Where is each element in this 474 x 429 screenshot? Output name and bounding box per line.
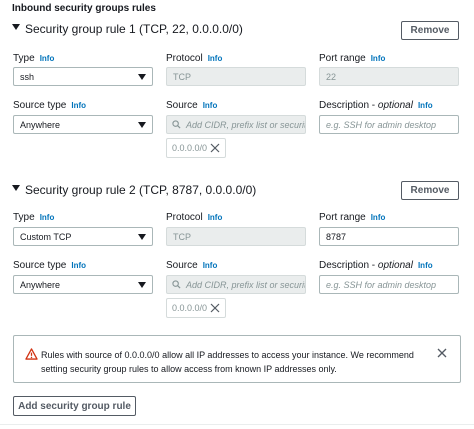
port-range-input[interactable]: 8787	[319, 227, 459, 246]
info-link[interactable]: Info	[71, 101, 86, 110]
source-placeholder: Add CIDR, prefix list or security	[186, 119, 306, 130]
rule-1-header[interactable]: Security group rule 1 (TCP, 22, 0.0.0.0/…	[12, 22, 243, 36]
close-icon[interactable]	[437, 348, 447, 358]
description-label: Description - optional Info	[319, 100, 433, 111]
caret-down-icon	[138, 234, 146, 240]
type-select[interactable]: Custom TCP	[13, 227, 153, 246]
remove-rule-1-button[interactable]: Remove	[401, 21, 459, 40]
description-input[interactable]: e.g. SSH for admin desktop	[319, 115, 459, 134]
protocol-label: Protocol Info	[166, 212, 223, 223]
type-label: Type Info	[13, 212, 55, 223]
info-link[interactable]: Info	[203, 261, 218, 270]
type-select[interactable]: ssh	[13, 67, 153, 86]
source-label: Source Info	[166, 260, 218, 271]
info-link[interactable]: Info	[208, 54, 223, 63]
caret-down-icon	[138, 282, 146, 288]
type-select-value: Custom TCP	[20, 231, 72, 242]
info-link[interactable]: Info	[208, 213, 223, 222]
port-range-field: 22	[319, 67, 459, 86]
rule-1-title: Security group rule 1 (TCP, 22, 0.0.0.0/…	[25, 22, 243, 36]
source-type-label: Source type Info	[13, 260, 87, 271]
close-icon[interactable]	[210, 303, 220, 313]
info-link[interactable]: Info	[371, 213, 386, 222]
source-placeholder: Add CIDR, prefix list or security	[186, 279, 306, 290]
caret-down-icon	[138, 122, 146, 128]
info-link[interactable]: Info	[40, 54, 55, 63]
alert-text: Rules with source of 0.0.0.0/0 allow all…	[41, 350, 414, 374]
info-link[interactable]: Info	[418, 101, 433, 110]
source-type-label: Source type Info	[13, 100, 87, 111]
description-input[interactable]: e.g. SSH for admin desktop	[319, 275, 459, 294]
info-link[interactable]: Info	[71, 261, 86, 270]
caret-down-icon[interactable]	[12, 185, 20, 191]
info-link[interactable]: Info	[418, 261, 433, 270]
caret-down-icon	[138, 74, 146, 80]
type-select-value: ssh	[20, 71, 35, 82]
add-security-group-rule-button[interactable]: Add security group rule	[13, 396, 136, 416]
source-label: Source Info	[166, 100, 218, 111]
info-link[interactable]: Info	[40, 213, 55, 222]
source-token-label: 0.0.0.0/0	[172, 143, 208, 153]
source-type-select[interactable]: Anywhere	[13, 115, 153, 134]
source-token: 0.0.0.0/0	[166, 298, 226, 318]
port-range-label: Port range Info	[319, 53, 386, 64]
source-search-input[interactable]: Add CIDR, prefix list or security	[166, 115, 306, 134]
source-type-select[interactable]: Anywhere	[13, 275, 153, 294]
close-icon[interactable]	[210, 143, 220, 153]
info-link[interactable]: Info	[203, 101, 218, 110]
source-type-value: Anywhere	[20, 119, 61, 130]
protocol-label: Protocol Info	[166, 53, 223, 64]
protocol-field: TCP	[166, 67, 306, 86]
protocol-field: TCP	[166, 227, 306, 246]
caret-down-icon[interactable]	[12, 24, 20, 30]
remove-rule-2-button[interactable]: Remove	[401, 181, 459, 200]
search-icon	[172, 280, 181, 289]
source-token: 0.0.0.0/0	[166, 138, 226, 158]
source-search-input[interactable]: Add CIDR, prefix list or security	[166, 275, 306, 294]
divider	[0, 424, 474, 425]
description-label: Description - optional Info	[319, 260, 433, 271]
search-icon	[172, 120, 181, 129]
rule-2-header[interactable]: Security group rule 2 (TCP, 8787, 0.0.0.…	[12, 183, 256, 197]
rule-2-title: Security group rule 2 (TCP, 8787, 0.0.0.…	[25, 183, 257, 197]
warning-icon	[25, 348, 38, 360]
warning-alert: Rules with source of 0.0.0.0/0 allow all…	[13, 335, 461, 383]
port-range-label: Port range Info	[319, 212, 386, 223]
source-type-value: Anywhere	[20, 279, 61, 290]
section-title: Inbound security groups rules	[12, 3, 156, 14]
info-link[interactable]: Info	[371, 54, 386, 63]
type-label: Type Info	[13, 53, 55, 64]
source-token-label: 0.0.0.0/0	[172, 303, 208, 313]
